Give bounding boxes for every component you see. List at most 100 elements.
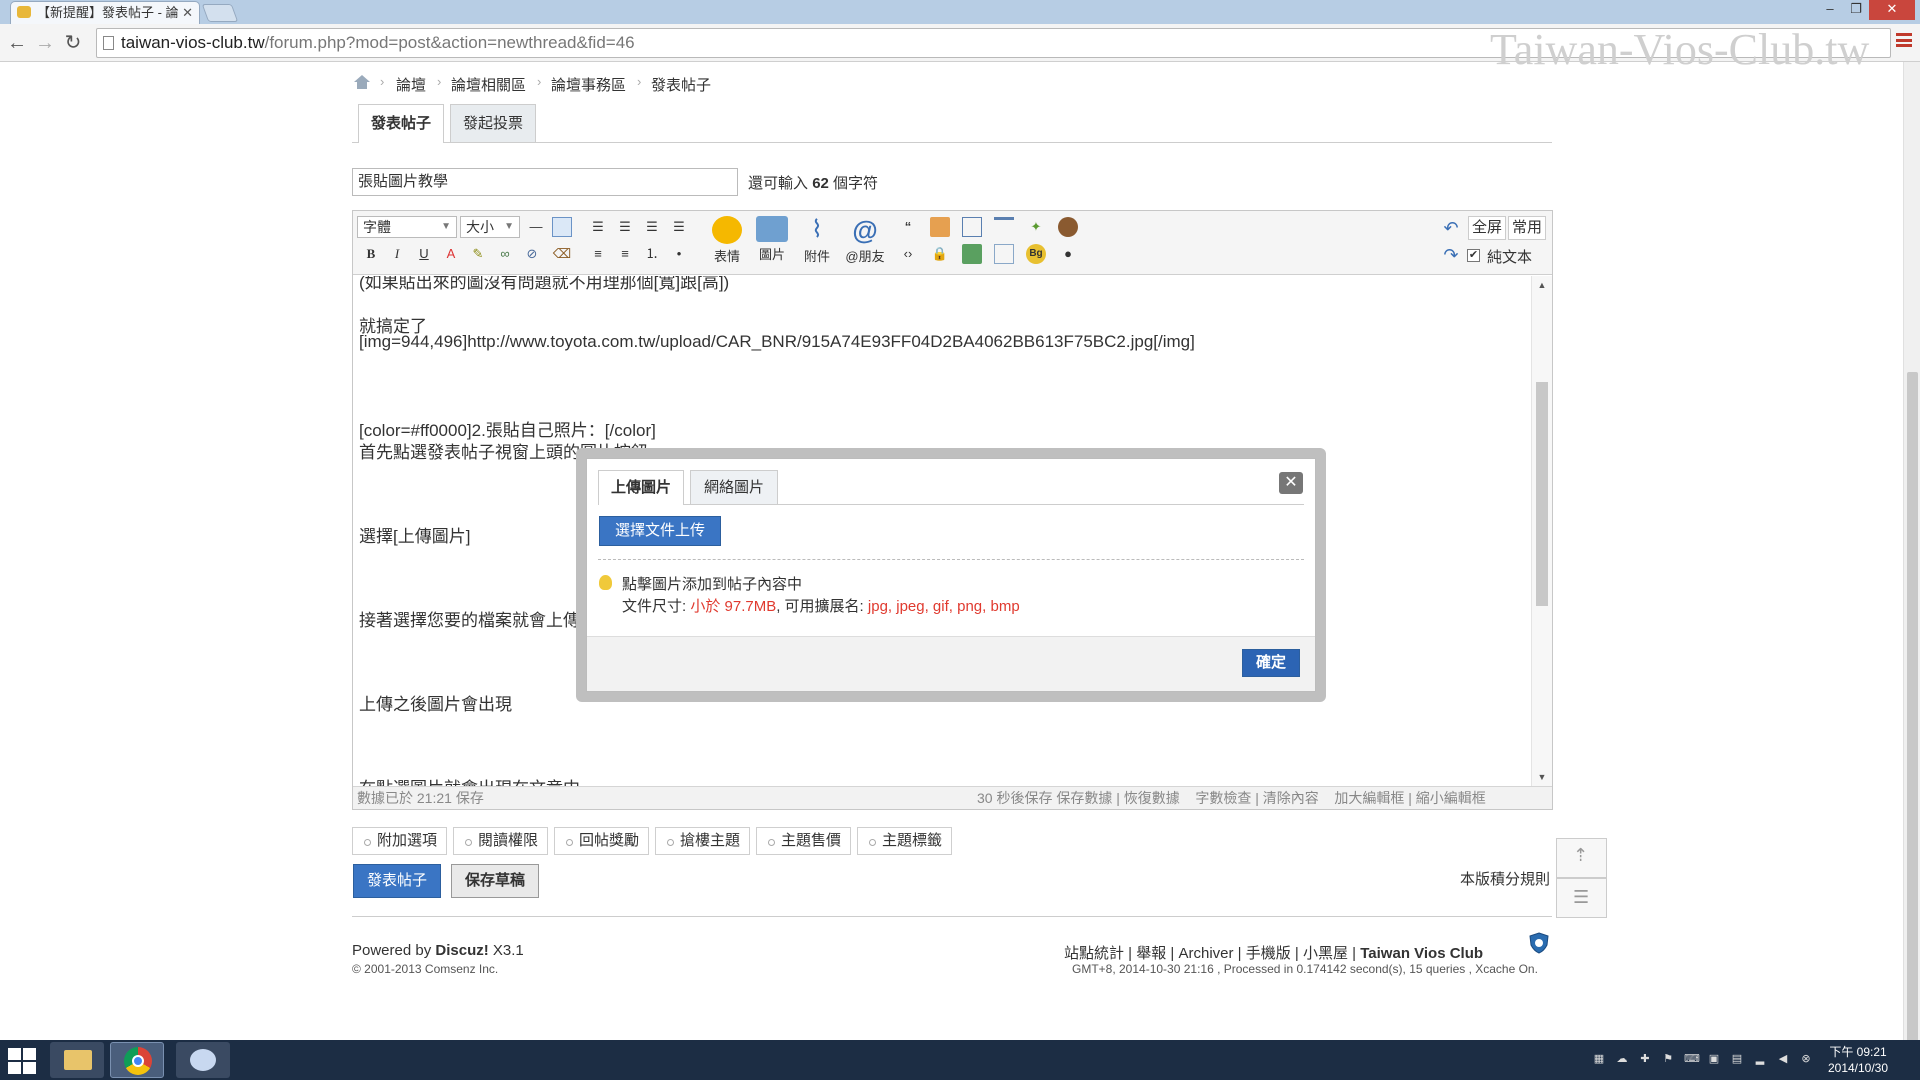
- tray-office-icon[interactable]: ▦: [1592, 1052, 1606, 1066]
- tray-network-icon[interactable]: ▂: [1753, 1052, 1767, 1066]
- plaintext-checkbox[interactable]: ✔: [1467, 249, 1480, 262]
- tray-volume-icon[interactable]: ◀: [1776, 1052, 1790, 1066]
- quote-icon[interactable]: “: [898, 217, 918, 237]
- word-check-link[interactable]: 字數檢查: [1195, 790, 1251, 806]
- align-left-icon[interactable]: ☰: [588, 217, 608, 237]
- option-floor-contest[interactable]: 搶樓主題: [655, 827, 750, 855]
- align-center-icon[interactable]: ☰: [615, 217, 635, 237]
- horizontal-rule-icon[interactable]: —: [526, 217, 546, 237]
- footer-link-report[interactable]: 舉報: [1136, 945, 1166, 962]
- flash-icon[interactable]: [962, 217, 982, 237]
- tray-cloud-icon[interactable]: ☁: [1615, 1052, 1629, 1066]
- undo-icon[interactable]: ↶: [1441, 218, 1461, 238]
- underline-icon[interactable]: U: [414, 244, 434, 264]
- discuz-brand[interactable]: Discuz!: [435, 942, 488, 959]
- tray-keyboard-icon[interactable]: ⌨: [1684, 1052, 1700, 1066]
- dialog-tab-upload[interactable]: 上傳圖片: [598, 470, 684, 505]
- score-rules-link[interactable]: 本版積分規則: [1460, 868, 1550, 889]
- font-color-icon[interactable]: A: [441, 244, 461, 264]
- qq-icon[interactable]: ●: [1058, 244, 1078, 264]
- restore-data-link[interactable]: 恢復數據: [1124, 790, 1180, 806]
- album-icon[interactable]: [962, 244, 982, 264]
- font-select[interactable]: 字體 ▼: [357, 216, 457, 238]
- unlink-icon[interactable]: ⊘: [522, 244, 542, 264]
- scroll-up-icon[interactable]: ▲: [1532, 280, 1552, 290]
- new-tab-button[interactable]: [201, 4, 239, 22]
- save-draft-button[interactable]: 保存草稿: [451, 864, 539, 898]
- emoji-button[interactable]: 表情: [707, 216, 747, 265]
- option-read-permission[interactable]: 閱讀權限: [453, 827, 548, 855]
- footer-link-stats[interactable]: 站點統計: [1064, 945, 1124, 962]
- back-to-top-button[interactable]: ⇡: [1556, 838, 1607, 878]
- dialog-tab-web-image[interactable]: 網絡圖片: [690, 470, 778, 504]
- float-icon[interactable]: [994, 217, 1014, 237]
- file-explorer-icon[interactable]: [50, 1042, 104, 1078]
- breadcrumb-forum-related[interactable]: 論壇相關區: [451, 74, 526, 95]
- close-window-icon[interactable]: ✕: [1869, 0, 1915, 20]
- home-icon[interactable]: [353, 74, 371, 90]
- taskbar-clock[interactable]: 下午 09:21 2014/10/30: [1818, 1044, 1898, 1076]
- remove-format-icon[interactable]: ⌫: [552, 244, 572, 264]
- tray-security-icon[interactable]: ✚: [1638, 1052, 1652, 1066]
- footer-link-mobile[interactable]: 手機版: [1246, 945, 1291, 962]
- list-view-button[interactable]: ☰: [1556, 878, 1607, 918]
- media-icon[interactable]: [1058, 217, 1078, 237]
- bold-icon[interactable]: B: [361, 244, 381, 264]
- image-button[interactable]: 圖片: [752, 216, 792, 263]
- outdent-icon[interactable]: ≡: [615, 244, 635, 264]
- hide-content-icon[interactable]: 🔒: [930, 244, 950, 264]
- ordered-list-icon[interactable]: ⒈: [642, 244, 662, 264]
- size-select[interactable]: 大小 ▼: [460, 216, 520, 238]
- tray-notification-icon[interactable]: ⊗: [1799, 1052, 1813, 1066]
- highlight-icon[interactable]: ✎: [468, 244, 488, 264]
- background-icon[interactable]: Bg: [1026, 244, 1046, 264]
- align-justify-icon[interactable]: ☰: [669, 217, 689, 237]
- scroll-down-icon[interactable]: ▼: [1532, 772, 1552, 782]
- paint-icon[interactable]: [176, 1042, 230, 1078]
- chrome-icon[interactable]: [110, 1042, 164, 1078]
- editor-scrollbar-thumb[interactable]: [1536, 382, 1548, 606]
- back-arrow-icon[interactable]: ←: [6, 33, 28, 53]
- tab-new-poll[interactable]: 發起投票: [450, 104, 536, 142]
- common-button[interactable]: 常用: [1508, 216, 1546, 240]
- fullscreen-button[interactable]: 全屏: [1468, 216, 1506, 240]
- confirm-button[interactable]: 確定: [1242, 649, 1300, 677]
- table-icon[interactable]: [552, 217, 572, 237]
- minimize-icon[interactable]: –: [1817, 0, 1843, 20]
- indent-icon[interactable]: ≡: [588, 244, 608, 264]
- browser-tab[interactable]: 【新提醒】發表帖子 - 論 ✕: [10, 1, 200, 24]
- tray-device-icon[interactable]: ▤: [1730, 1052, 1744, 1066]
- save-data-link[interactable]: 保存數據: [1056, 790, 1112, 806]
- site-name-link[interactable]: Taiwan Vios Club: [1360, 945, 1483, 962]
- shrink-editor-link[interactable]: 縮小編輯框: [1416, 790, 1486, 806]
- submit-post-button[interactable]: 發表帖子: [353, 864, 441, 898]
- footer-link-archiver[interactable]: Archiver: [1179, 945, 1234, 962]
- enlarge-editor-link[interactable]: 加大編輯框: [1334, 790, 1404, 806]
- italic-icon[interactable]: I: [387, 244, 407, 264]
- forward-arrow-icon[interactable]: →: [34, 33, 56, 53]
- page-break-icon[interactable]: [994, 244, 1014, 264]
- restore-icon[interactable]: ❐: [1843, 0, 1869, 20]
- tray-flag-icon[interactable]: ⚑: [1661, 1052, 1675, 1066]
- tab-new-thread[interactable]: 發表帖子: [358, 104, 444, 143]
- mention-button[interactable]: @ @朋友: [843, 216, 887, 265]
- footer-link-blacklist[interactable]: 小黑屋: [1303, 945, 1348, 962]
- redo-icon[interactable]: ↷: [1441, 245, 1461, 265]
- breadcrumb-forum[interactable]: 論壇: [396, 74, 426, 95]
- reload-icon[interactable]: ↻: [62, 33, 84, 53]
- option-reply-reward[interactable]: 回帖獎勵: [554, 827, 649, 855]
- page-scrollbar[interactable]: [1903, 62, 1920, 1080]
- windows-start-icon[interactable]: [8, 1048, 38, 1074]
- subject-input[interactable]: 張貼圖片教學: [352, 168, 738, 196]
- breadcrumb-forum-affairs[interactable]: 論壇事務區: [551, 74, 626, 95]
- option-extra[interactable]: 附加選項: [352, 827, 447, 855]
- align-right-icon[interactable]: ☰: [642, 217, 662, 237]
- free-content-icon[interactable]: [930, 217, 950, 237]
- link-icon[interactable]: ∞: [495, 244, 515, 264]
- close-icon[interactable]: ✕: [1279, 472, 1303, 494]
- editor-scrollbar[interactable]: ▲ ▼: [1531, 276, 1552, 786]
- page-scrollbar-thumb[interactable]: [1907, 372, 1918, 1080]
- code-icon[interactable]: ‹›: [898, 244, 918, 264]
- close-tab-icon[interactable]: ✕: [182, 2, 193, 24]
- option-price[interactable]: 主題售價: [756, 827, 851, 855]
